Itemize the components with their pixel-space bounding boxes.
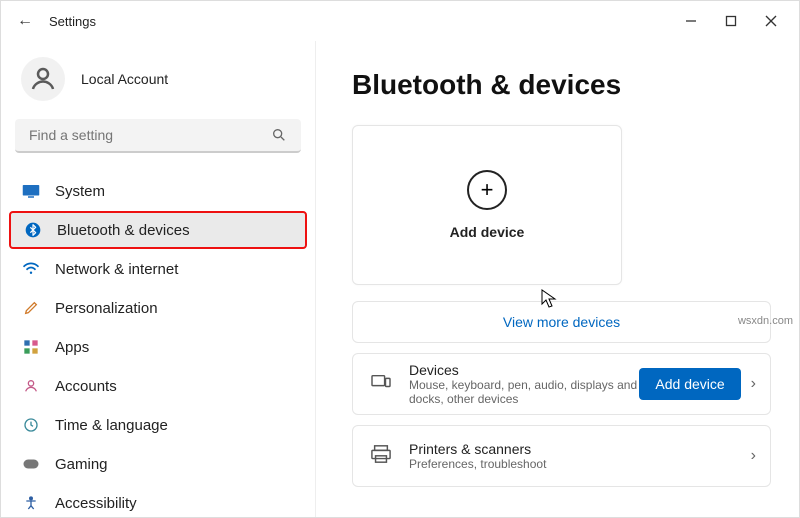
nav-list: System Bluetooth & devices Network & int… [1, 167, 315, 517]
page-title: Bluetooth & devices [352, 69, 771, 101]
nav-gaming[interactable]: Gaming [9, 445, 307, 483]
close-icon [765, 15, 777, 27]
nav-bluetooth-devices[interactable]: Bluetooth & devices [9, 211, 307, 249]
row-subtitle: Preferences, troubleshoot [409, 457, 751, 471]
devices-row-text: Devices Mouse, keyboard, pen, audio, dis… [409, 362, 639, 406]
nav-personalization[interactable]: Personalization [9, 289, 307, 327]
chevron-right-icon: › [751, 375, 756, 393]
row-title: Printers & scanners [409, 441, 751, 457]
profile-name: Local Account [81, 71, 168, 87]
nav-label: Network & internet [55, 261, 178, 278]
accessibility-icon [21, 493, 41, 513]
system-icon [21, 181, 41, 201]
main-content: Bluetooth & devices + Add device View mo… [316, 41, 799, 517]
row-subtitle: Mouse, keyboard, pen, audio, displays an… [409, 378, 639, 406]
devices-row[interactable]: Devices Mouse, keyboard, pen, audio, dis… [352, 353, 771, 415]
nav-label: System [55, 183, 105, 200]
nav-time-language[interactable]: Time & language [9, 406, 307, 444]
avatar-icon [21, 57, 65, 101]
brush-icon [21, 298, 41, 318]
sidebar: Local Account System Bluetooth & devices [1, 41, 316, 517]
close-button[interactable] [751, 5, 791, 37]
nav-label: Accessibility [55, 495, 137, 512]
printers-scanners-row[interactable]: Printers & scanners Preferences, trouble… [352, 425, 771, 487]
nav-apps[interactable]: Apps [9, 328, 307, 366]
search-wrap [1, 119, 315, 167]
nav-label: Apps [55, 339, 89, 356]
nav-label: Bluetooth & devices [57, 222, 190, 239]
back-button[interactable]: ← [9, 5, 41, 37]
row-title: Devices [409, 362, 639, 378]
bluetooth-icon [23, 220, 43, 240]
add-device-button[interactable]: Add device [639, 368, 740, 400]
minimize-button[interactable] [671, 5, 711, 37]
nav-system[interactable]: System [9, 172, 307, 210]
chevron-right-icon: › [751, 447, 756, 465]
add-icon: + [467, 170, 507, 210]
watermark: wsxdn.com [738, 315, 793, 327]
nav-label: Time & language [55, 417, 168, 434]
profile-block[interactable]: Local Account [1, 53, 315, 119]
devices-icon [367, 373, 395, 396]
nav-label: Gaming [55, 456, 108, 473]
add-device-label: Add device [450, 224, 525, 240]
nav-label: Personalization [55, 300, 158, 317]
gaming-icon [21, 454, 41, 474]
view-more-devices-button[interactable]: View more devices [352, 301, 771, 343]
arrow-left-icon: ← [17, 12, 33, 30]
add-device-card[interactable]: + Add device [352, 125, 622, 285]
maximize-icon [725, 15, 737, 27]
titlebar: ← Settings [1, 1, 799, 41]
nav-label: Accounts [55, 378, 117, 395]
nav-network[interactable]: Network & internet [9, 250, 307, 288]
accounts-icon [21, 376, 41, 396]
search-input[interactable] [15, 119, 301, 153]
apps-icon [21, 337, 41, 357]
clock-icon [21, 415, 41, 435]
wifi-icon [21, 259, 41, 279]
nav-accounts[interactable]: Accounts [9, 367, 307, 405]
minimize-icon [685, 15, 697, 27]
maximize-button[interactable] [711, 5, 751, 37]
printer-icon [367, 444, 395, 469]
nav-accessibility[interactable]: Accessibility [9, 484, 307, 517]
window-controls [671, 5, 791, 37]
window-title: Settings [49, 14, 96, 29]
printers-row-text: Printers & scanners Preferences, trouble… [409, 441, 751, 471]
